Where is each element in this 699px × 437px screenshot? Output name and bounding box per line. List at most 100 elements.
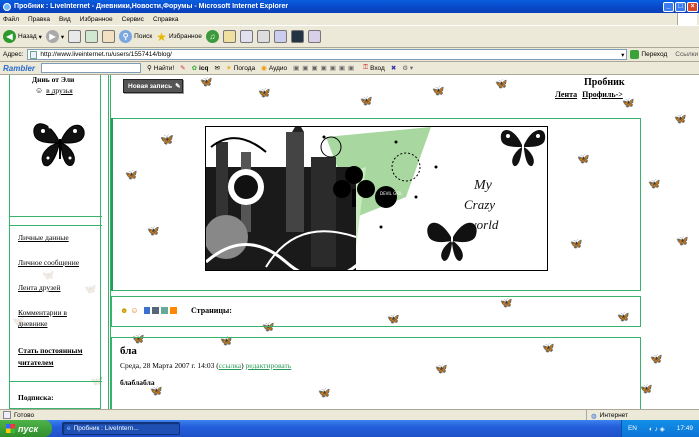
butterfly-icon: 🦋 [495, 79, 508, 90]
search-label: Поиск [134, 33, 153, 40]
subscription-label: Подписка: [18, 393, 54, 402]
close-button[interactable]: × [687, 1, 698, 12]
stop-icon[interactable] [68, 30, 82, 43]
tray-icons[interactable]: ◐ ♪ ◈ [649, 425, 665, 433]
butterfly-icon: 🦋 [200, 77, 213, 88]
rambler-extra-icons[interactable]: ▣▣▣▣▣▣▣ [293, 64, 357, 72]
audio-icon: ◉ [261, 65, 267, 72]
menu-view[interactable]: Вид [59, 16, 71, 23]
go-arrow-icon [630, 50, 640, 59]
butterfly-icon: 🦋 [674, 114, 687, 125]
sun-icon: ☀ [225, 65, 232, 72]
history-icon[interactable] [222, 30, 236, 43]
favorites-button[interactable]: ★ Избранное [156, 30, 202, 44]
edit-icon[interactable] [273, 30, 287, 43]
address-bar: Адрес: http://www.liveinternet.ru/users/… [0, 48, 699, 62]
sidebar-link-become-reader-2[interactable]: читателем [18, 358, 54, 367]
menu-file[interactable]: Файл [3, 16, 19, 23]
butterfly-icon: 🦋 [622, 98, 635, 109]
audio-button[interactable]: ◉ Аудио [261, 64, 288, 73]
add-friend-link[interactable]: ☺ в друзья [35, 86, 73, 95]
phone-icon[interactable] [143, 307, 150, 314]
menu-favorites[interactable]: Избранное [80, 16, 113, 23]
new-post-label: Новая запись [128, 82, 173, 90]
links-button[interactable]: Ссылки [675, 51, 698, 58]
address-input[interactable]: http://www.liveinternet.ru/users/1557414… [27, 49, 628, 60]
settings-icon[interactable]: ✖ [391, 64, 396, 72]
forward-button[interactable]: ▶ ▾ [45, 30, 64, 43]
highlight-icon[interactable]: ✎ [180, 64, 185, 72]
messenger-icon[interactable] [290, 30, 304, 43]
back-arrow-icon: ◀ [3, 30, 16, 43]
back-button[interactable]: ◀ Назад ▾ [3, 30, 42, 43]
sidebar-link-friends-feed[interactable]: Лента друзей [18, 283, 60, 292]
pages-label: Страницы: [191, 306, 232, 315]
user-icon: ☺ [35, 86, 44, 95]
post-edit-link[interactable]: редактировать [245, 361, 291, 370]
title-bar: Пробник : LiveInternet - Дневники,Новост… [0, 0, 699, 13]
rambler-find-button[interactable]: ⚲ Найти! [147, 64, 174, 73]
menu-tools[interactable]: Сервис [122, 16, 144, 23]
mail-icon[interactable] [239, 30, 253, 43]
sidebar-divider [10, 381, 102, 382]
rambler-options-icon[interactable]: ⚙ ▾ [402, 64, 413, 72]
globe-icon: ◍ [591, 412, 597, 420]
dropdown-arrow-icon[interactable]: ▾ [621, 51, 624, 59]
emoticon-icon[interactable]: ☺ [130, 306, 138, 315]
taskbar-ie-window[interactable]: e Пробник : LiveIntern... [62, 422, 180, 435]
post-permalink[interactable]: ссылка [219, 361, 241, 370]
print-page-icon[interactable] [151, 307, 159, 314]
menu-edit[interactable]: Правка [28, 16, 50, 23]
weather-button[interactable]: ☀ Погода [225, 64, 255, 73]
rambler-logo[interactable]: Rambler [3, 64, 35, 73]
add-friend-label: в друзья [46, 86, 73, 95]
home-icon[interactable] [102, 30, 116, 43]
page-status-icon [3, 411, 11, 419]
rambler-toolbar: Rambler ⚲ Найти! ✎ ✿ icq ✉ ☀ Погода ◉ Ау… [0, 62, 699, 75]
sidebar-divider [10, 225, 102, 226]
rambler-login-button[interactable]: ⚿ Вход [363, 64, 385, 72]
save-icon[interactable] [160, 307, 168, 314]
page-viewport: 🦋 🦋 🦋 🦋 🦋 🦋 🦋 🦋 🦋 🦋 🦋 🦋 🦋 🦋 🦋 🦋 🦋 🦋 🦋 🦋 … [0, 75, 699, 409]
search-button[interactable]: ⚲ Поиск [119, 30, 152, 43]
smiley-icon[interactable]: ☻ [120, 306, 128, 315]
audio-label: Аудио [268, 64, 288, 72]
start-button[interactable]: пуск [0, 420, 52, 437]
menu-bar: Файл Правка Вид Избранное Сервис Справка [0, 13, 699, 25]
mail-envelope-icon[interactable]: ✉ [214, 64, 219, 72]
new-post-button[interactable]: Новая запись ✎ [123, 79, 183, 93]
rambler-login-label: Вход [370, 64, 385, 72]
icq-button[interactable]: ✿ icq [192, 64, 209, 73]
post-body: блаблабла [120, 378, 155, 387]
clock: 17:49 [676, 425, 693, 432]
post-title[interactable]: бла [120, 345, 137, 357]
minimize-button[interactable]: _ [663, 1, 674, 12]
status-bar: Готово ◍ Интернет [0, 409, 699, 421]
sidebar-link-comments[interactable]: Комментарии в [18, 308, 67, 317]
profile-link[interactable]: Профиль-> [582, 90, 623, 99]
maximize-button[interactable]: □ [675, 1, 686, 12]
sidebar-link-become-reader[interactable]: Стать постоянным [18, 346, 82, 355]
back-label: Назад [18, 33, 37, 40]
windows-flag-icon [6, 424, 15, 433]
rss-icon[interactable] [169, 307, 177, 314]
menu-help[interactable]: Справка [153, 16, 179, 23]
post-date: Среда, 28 Марта 2007 г. 14:03 ( [120, 361, 219, 370]
media-icon[interactable]: ♫ [205, 30, 219, 43]
avatar [33, 123, 85, 167]
feed-link[interactable]: Лента [555, 90, 577, 99]
rambler-search-input[interactable] [41, 63, 142, 73]
sidebar-link-profile-data[interactable]: Личные данные [18, 233, 69, 242]
sidebar-divider [10, 216, 102, 217]
go-button[interactable]: Переход [630, 50, 667, 59]
research-icon[interactable] [307, 30, 321, 43]
sidebar-link-comments-2[interactable]: дневнике [18, 319, 48, 328]
refresh-icon[interactable] [85, 30, 99, 43]
taskbar: пуск e Пробник : LiveIntern... EN ◐ ♪ ◈ … [0, 420, 699, 437]
print-icon[interactable] [256, 30, 270, 43]
banner-text-world: world [468, 217, 499, 232]
language-indicator[interactable]: EN [628, 425, 637, 432]
butterfly-icon: 🦋 [676, 236, 689, 247]
post-meta: Среда, 28 Марта 2007 г. 14:03 (ссылка) р… [120, 361, 291, 370]
sidebar-link-private-message[interactable]: Личное сообщение [18, 258, 79, 267]
